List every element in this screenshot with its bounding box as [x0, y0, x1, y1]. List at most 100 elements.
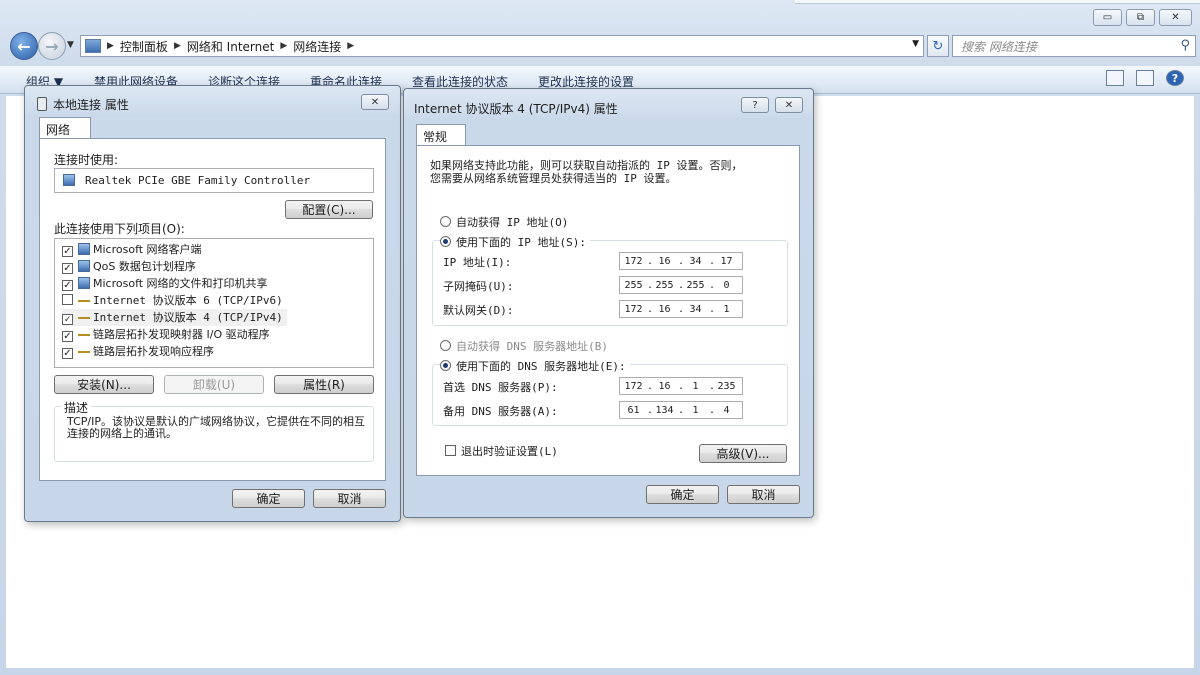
ok-button[interactable]: 确定: [646, 485, 719, 504]
cancel-button[interactable]: 取消: [727, 485, 800, 504]
breadcrumb-network-internet[interactable]: 网络和 Internet: [187, 38, 274, 55]
protocol-icon: [78, 300, 90, 306]
intro-text-line2: 您需要从网络系统管理员处获得适当的 IP 设置。: [430, 172, 677, 185]
gateway-field[interactable]: 172. 16. 34. 1: [619, 300, 743, 318]
list-item[interactable]: ✓ Microsoft 网络客户端: [62, 241, 202, 258]
control-panel-icon: [85, 39, 101, 53]
dialog-title: Internet 协议版本 4 (TCP/IPv4) 属性: [414, 102, 618, 116]
window-caption-buttons: ▭ ⧉ ✕: [1089, 9, 1192, 26]
address-bar[interactable]: ▶ 控制面板 ▶ 网络和 Internet ▶ 网络连接 ▶ ▼: [80, 35, 924, 57]
dialog-title: 本地连接 属性: [37, 96, 129, 113]
ipv4-properties-dialog: Internet 协议版本 4 (TCP/IPv4) 属性 ? ✕ 常规 如果网…: [403, 88, 814, 518]
configure-button[interactable]: 配置(C)...: [285, 200, 373, 219]
close-dialog-button[interactable]: ✕: [361, 94, 389, 110]
protocol-icon: [78, 351, 90, 357]
back-arrow-icon: ←: [17, 36, 31, 56]
change-view-icon[interactable]: [1106, 70, 1124, 86]
uninstall-button[interactable]: 卸载(U): [164, 375, 264, 394]
ok-button[interactable]: 确定: [232, 489, 305, 508]
advanced-button[interactable]: 高级(V)...: [699, 444, 787, 463]
breadcrumb-chevron-icon[interactable]: ▶: [280, 41, 287, 51]
item-checkbox[interactable]: ✓: [62, 331, 73, 342]
list-item[interactable]: ✓ 链路层拓扑发现映射器 I/O 驱动程序: [62, 326, 270, 343]
item-checkbox[interactable]: ✓: [62, 314, 73, 325]
back-button[interactable]: ←: [10, 32, 38, 60]
adapter-icon: [63, 174, 75, 186]
subnet-mask-field[interactable]: 255. 255. 255. 0: [619, 276, 743, 294]
gateway-label: 默认网关(D):: [443, 304, 514, 317]
item-checkbox[interactable]: ✓: [62, 246, 73, 257]
manual-ip-radio[interactable]: 使用下面的 IP 地址(S):: [440, 234, 590, 250]
preview-pane-icon[interactable]: [1136, 70, 1154, 86]
refresh-button[interactable]: ↻: [927, 35, 949, 57]
search-input[interactable]: 搜索 网络连接 ⚲: [952, 35, 1196, 57]
items-label: 此连接使用下列项目(O):: [54, 222, 185, 236]
adapter-field: Realtek PCIe GBE Family Controller: [54, 168, 374, 193]
description-text: TCP/IP。该协议是默认的广域网络协议，它提供在不同的相互连接的网络上的通讯。: [67, 415, 365, 440]
address-dropdown-icon[interactable]: ▼: [912, 39, 919, 49]
manual-dns-radio[interactable]: 使用下面的 DNS 服务器地址(E):: [440, 358, 630, 374]
recent-pages-dropdown[interactable]: ▼: [67, 40, 74, 50]
list-item[interactable]: Internet 协议版本 6 (TCP/IPv6): [62, 292, 283, 309]
list-item[interactable]: ✓ QoS 数据包计划程序: [62, 258, 196, 275]
forward-button[interactable]: →: [38, 32, 66, 60]
alternate-dns-label: 备用 DNS 服务器(A):: [443, 405, 558, 418]
network-adapter-icon: [37, 97, 47, 111]
search-icon[interactable]: ⚲: [1180, 38, 1190, 53]
list-item-selected[interactable]: ✓ Internet 协议版本 4 (TCP/IPv4): [62, 309, 287, 326]
background-window-edge: [795, 0, 1200, 4]
list-item[interactable]: ✓ 链路层拓扑发现响应程序: [62, 343, 214, 360]
protocol-icon: [78, 334, 90, 340]
preferred-dns-label: 首选 DNS 服务器(P):: [443, 381, 558, 394]
breadcrumb-control-panel[interactable]: 控制面板: [120, 38, 168, 55]
item-checkbox[interactable]: ✓: [62, 263, 73, 274]
view-options: ?: [1106, 70, 1184, 86]
ip-address-field[interactable]: 172. 16. 34. 17: [619, 252, 743, 270]
auto-ip-radio[interactable]: 自动获得 IP 地址(O): [440, 214, 568, 230]
refresh-icon: ↻: [932, 38, 944, 54]
window-bottom-edge: [0, 668, 1200, 675]
local-connection-properties-dialog: 本地连接 属性 ✕ 网络 连接时使用: Realtek PCIe GBE Fam…: [24, 85, 401, 522]
radio-button[interactable]: [440, 216, 451, 227]
network-client-icon: [78, 243, 90, 255]
radio-button[interactable]: [440, 340, 451, 351]
maximize-button[interactable]: ⧉: [1126, 9, 1155, 26]
file-share-icon: [78, 277, 90, 289]
close-dialog-button[interactable]: ✕: [775, 97, 803, 113]
components-list[interactable]: ✓ Microsoft 网络客户端 ✓ QoS 数据包计划程序 ✓ Microsoft…: [54, 238, 374, 368]
protocol-icon: [78, 317, 90, 323]
radio-button[interactable]: [440, 360, 451, 371]
tab-network[interactable]: 网络: [39, 117, 91, 139]
search-placeholder: 搜索 网络连接: [961, 39, 1037, 54]
item-checkbox[interactable]: [62, 294, 73, 305]
adapter-name: Realtek PCIe GBE Family Controller: [85, 174, 311, 187]
install-button[interactable]: 安装(N)...: [54, 375, 154, 394]
list-item[interactable]: ✓ Microsoft 网络的文件和打印机共享: [62, 275, 268, 292]
help-icon[interactable]: ?: [1166, 70, 1184, 86]
tab-panel: 如果网络支持此功能，则可以获取自动指派的 IP 设置。否则， 您需要从网络系统管…: [416, 145, 800, 476]
description-label: 描述: [61, 399, 92, 416]
item-checkbox[interactable]: ✓: [62, 348, 73, 359]
preferred-dns-field[interactable]: 172. 16. 1. 235: [619, 377, 743, 395]
tab-panel: 连接时使用: Realtek PCIe GBE Family Controlle…: [39, 138, 386, 481]
ip-address-label: IP 地址(I):: [443, 256, 512, 269]
subnet-mask-label: 子网掩码(U):: [443, 280, 514, 293]
close-window-button[interactable]: ✕: [1159, 9, 1192, 26]
validate-on-exit-checkbox[interactable]: 退出时验证设置(L): [445, 443, 558, 459]
alternate-dns-field[interactable]: 61. 134. 1. 4: [619, 401, 743, 419]
minimize-button[interactable]: ▭: [1093, 9, 1122, 26]
breadcrumb-chevron-icon[interactable]: ▶: [107, 41, 114, 51]
item-checkbox[interactable]: ✓: [62, 280, 73, 291]
help-button[interactable]: ?: [741, 97, 769, 113]
description-group: 描述 TCP/IP。该协议是默认的广域网络协议，它提供在不同的相互连接的网络上的…: [54, 399, 374, 462]
checkbox[interactable]: [445, 445, 456, 456]
cancel-button[interactable]: 取消: [313, 489, 386, 508]
breadcrumb-network-connections[interactable]: 网络连接: [293, 38, 341, 55]
breadcrumb-chevron-icon[interactable]: ▶: [174, 41, 181, 51]
radio-button[interactable]: [440, 236, 451, 247]
tab-general[interactable]: 常规: [416, 124, 466, 146]
qos-icon: [78, 260, 90, 272]
properties-button[interactable]: 属性(R): [274, 375, 374, 394]
breadcrumb-chevron-icon[interactable]: ▶: [347, 41, 354, 51]
auto-dns-radio[interactable]: 自动获得 DNS 服务器地址(B): [440, 338, 608, 354]
